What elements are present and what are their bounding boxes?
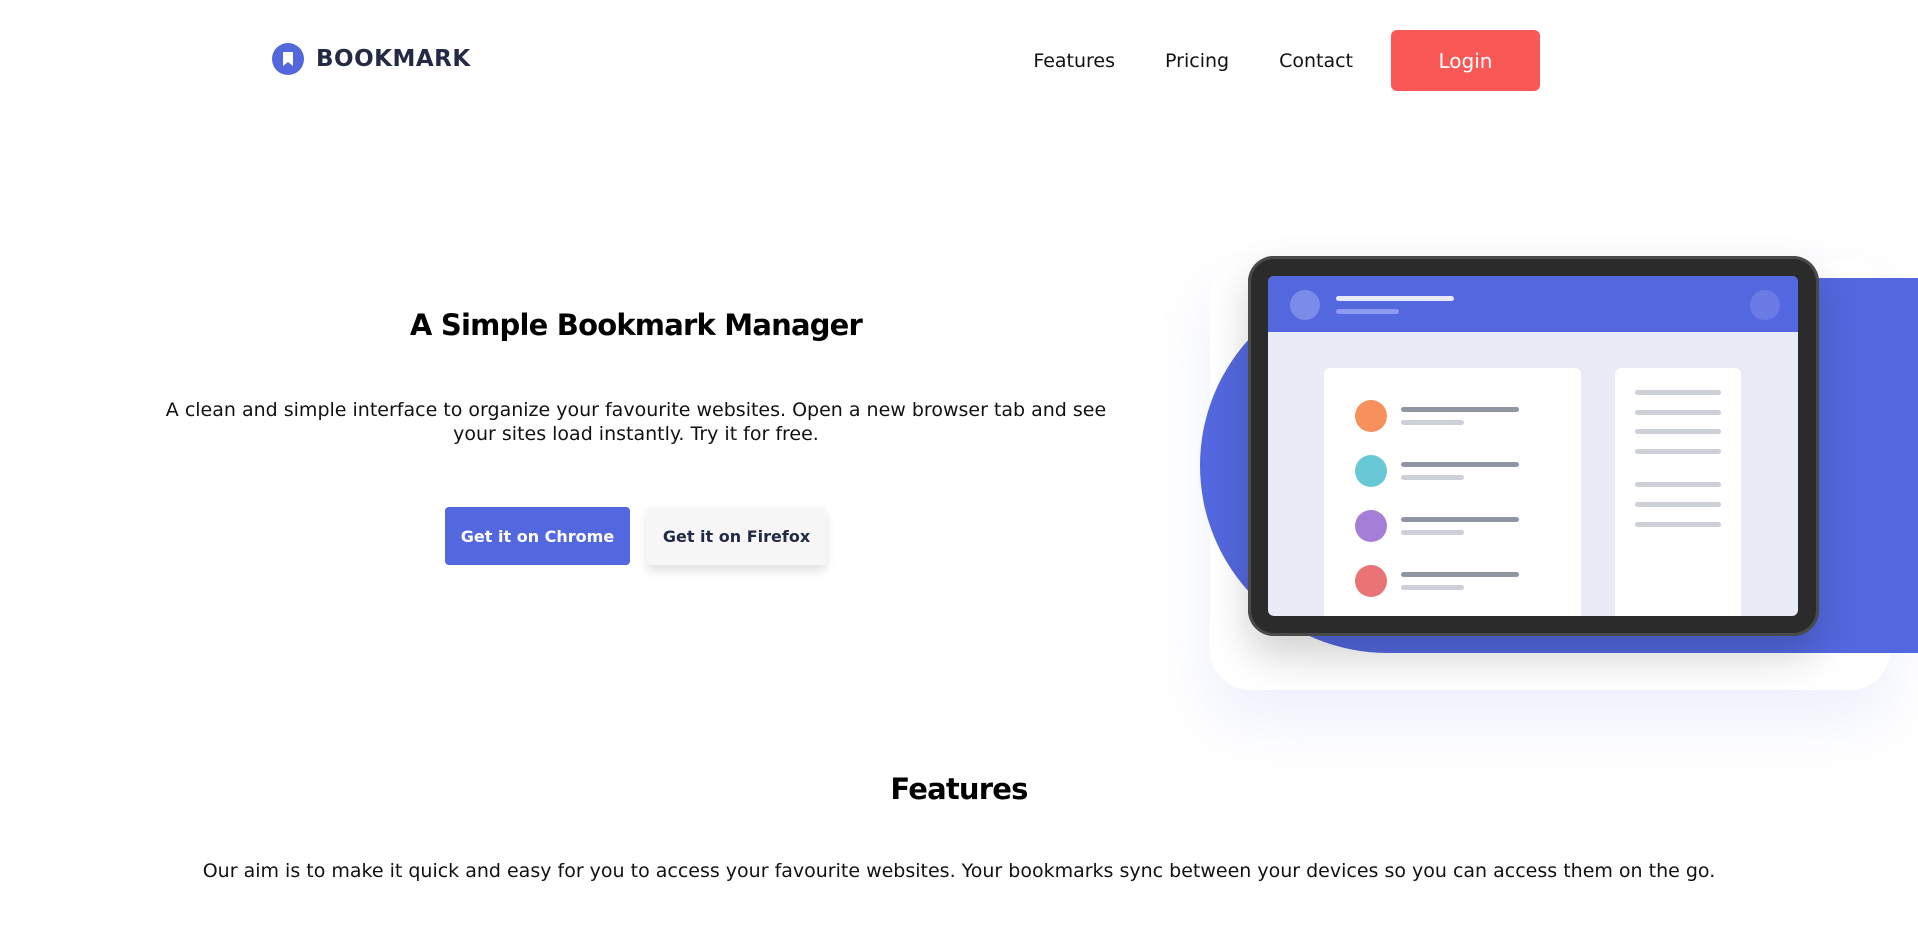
features-title: Features [890,772,1028,806]
bookmark-icon [272,43,304,75]
mockup-side-panel [1615,368,1741,616]
mockup-bookmark-row [1355,565,1535,597]
nav-link-contact[interactable]: Contact [1279,31,1353,91]
main-nav: Features Pricing Contact Login [1033,30,1540,91]
nav-link-pricing[interactable]: Pricing [1165,31,1229,91]
hero-title: A Simple Bookmark Manager [409,308,863,342]
site-header: BOOKMARK Features Pricing Contact Login [0,0,1918,122]
hero-buttons: Get it on Chrome Get it on Firefox [445,507,826,565]
get-chrome-button[interactable]: Get it on Chrome [445,507,630,565]
brand-logo[interactable]: BOOKMARK [272,43,471,75]
mockup-bookmark-list [1324,368,1581,616]
mockup-subtitle-line [1336,309,1399,314]
mockup-menu-dot [1750,290,1780,320]
mockup-bookmark-dot [1355,565,1387,597]
nav-link-features[interactable]: Features [1033,31,1115,91]
mockup-bookmark-row [1355,455,1535,487]
mockup-title-line [1336,296,1454,301]
get-firefox-button[interactable]: Get it on Firefox [647,507,826,565]
mockup-app-bar [1268,276,1798,332]
features-description: Our aim is to make it quick and easy for… [202,860,1716,882]
hero-description: A clean and simple interface to organize… [165,399,1107,445]
login-button[interactable]: Login [1391,30,1540,91]
mockup-bookmark-row [1355,510,1535,542]
mockup-bookmark-dot [1355,510,1387,542]
hero-illustration [1180,250,1918,710]
brand-name: BOOKMARK [316,46,471,72]
tablet-mockup [1248,256,1819,636]
mockup-avatar [1290,290,1320,320]
mockup-bookmark-dot [1355,455,1387,487]
mockup-bookmark-row [1355,400,1535,432]
tablet-screen [1268,276,1798,616]
mockup-bookmark-dot [1355,400,1387,432]
